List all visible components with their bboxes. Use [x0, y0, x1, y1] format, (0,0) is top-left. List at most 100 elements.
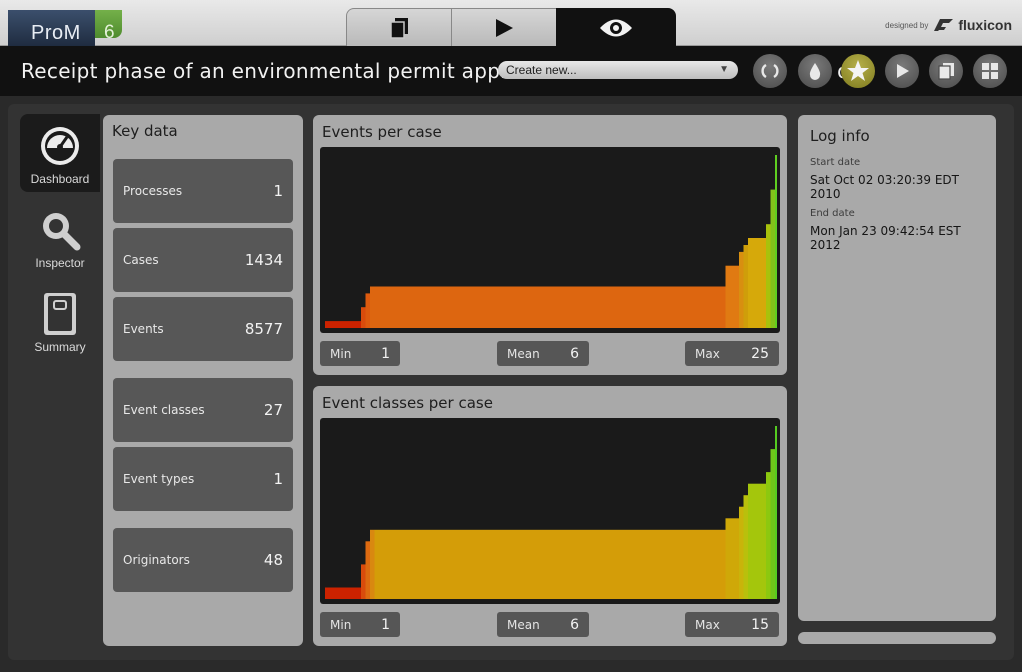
stat-value: 6: [570, 345, 579, 362]
designed-by-text: designed by: [885, 20, 929, 30]
classes-min-stat: Min 1: [320, 612, 400, 637]
logo-text: ProM: [31, 22, 81, 44]
chart-bar: [739, 506, 744, 599]
chart-bar: [766, 472, 771, 599]
chart-bar: [748, 238, 766, 328]
key-label: Cases: [123, 253, 159, 267]
chart-bar: [766, 224, 771, 328]
key-label: Event types: [123, 472, 195, 486]
star-icon: [847, 60, 869, 81]
chart-bar: [374, 286, 726, 328]
event-classes-per-case-panel: Event classes per case Min 1 Mean 6 Max …: [313, 386, 787, 646]
events-per-case-chart: [320, 147, 780, 333]
page-title-text: Receipt phase of an environmental permit…: [21, 59, 536, 83]
stat-value: 15: [751, 616, 769, 633]
key-label: Event classes: [123, 403, 205, 417]
key-data-title: Key data: [112, 122, 178, 140]
chart-bar: [361, 564, 366, 599]
drop-button[interactable]: [798, 54, 832, 88]
end-date-label: End date: [810, 208, 855, 219]
chart-bar: [775, 426, 777, 599]
refresh-button[interactable]: [753, 54, 787, 88]
tab-views[interactable]: [556, 8, 676, 46]
chart-bar: [725, 265, 739, 328]
nav-dashboard[interactable]: Dashboard: [20, 114, 100, 192]
tab-actions[interactable]: [451, 8, 557, 46]
chart-bar: [374, 529, 726, 599]
horizontal-scrollbar[interactable]: [798, 632, 996, 644]
chart-bar: [770, 449, 775, 599]
gauge-icon: [38, 124, 82, 168]
chart-bar: [370, 286, 375, 328]
key-events: Events 8577: [113, 297, 293, 361]
tab-workspace[interactable]: [346, 8, 452, 46]
stat-value: 1: [381, 345, 390, 362]
chart-bar: [365, 541, 370, 599]
events-min-stat: Min 1: [320, 341, 400, 366]
classes-max-stat: Max 15: [685, 612, 779, 637]
events-max-stat: Max 25: [685, 341, 779, 366]
chart-bar: [743, 245, 748, 328]
key-value: 1: [273, 182, 283, 200]
prom-logo: ProM 6: [8, 10, 122, 46]
play-icon: [496, 18, 513, 37]
top-bar: ProM 6 designed by fluxicon: [0, 0, 1022, 46]
stat-label: Max: [695, 617, 720, 632]
log-info-panel: Log info Start date Sat Oct 02 03:20:39 …: [798, 115, 996, 621]
key-value: 1434: [244, 251, 283, 269]
stat-label: Min: [330, 346, 352, 361]
log-info-title: Log info: [810, 127, 870, 145]
stat-value: 25: [751, 345, 769, 362]
event-classes-per-case-svg: [325, 426, 777, 599]
key-label: Events: [123, 322, 164, 336]
favorite-button[interactable]: [841, 54, 875, 88]
nav-dashboard-label: Dashboard: [30, 172, 90, 186]
key-value: 27: [263, 401, 283, 419]
chart-bar: [748, 483, 766, 599]
stat-value: 6: [570, 616, 579, 633]
chart-bar: [739, 251, 744, 328]
nav-summary[interactable]: Summary: [20, 282, 100, 360]
key-originators: Originators 48: [113, 528, 293, 592]
events-per-case-svg: [325, 155, 777, 328]
chart-bar: [325, 321, 361, 328]
main-frame: Dashboard Inspector Summary Key data Pro…: [8, 104, 1014, 660]
play-button[interactable]: [885, 54, 919, 88]
key-label: Processes: [123, 184, 183, 198]
key-event-classes: Event classes 27: [113, 378, 293, 442]
fluxicon-brand: designed by fluxicon: [885, 17, 1012, 33]
grid-button[interactable]: [973, 54, 1007, 88]
chevron-down-icon: ▼: [719, 64, 729, 75]
brand-name: fluxicon: [958, 17, 1012, 33]
stat-label: Min: [330, 617, 352, 632]
eye-icon: [600, 19, 632, 36]
nav-inspector[interactable]: Inspector: [20, 198, 100, 276]
events-per-case-title: Events per case: [322, 123, 442, 141]
create-new-select[interactable]: Create new... ▼: [498, 61, 738, 79]
drop-icon: [809, 63, 821, 80]
refresh-icon: [761, 63, 779, 79]
chart-bar: [770, 189, 775, 328]
key-data-panel: Key data Processes 1 Cases 1434 Events 8…: [103, 115, 303, 646]
key-value: 8577: [244, 320, 283, 338]
event-classes-per-case-title: Event classes per case: [322, 394, 493, 412]
nav-inspector-label: Inspector: [35, 256, 85, 270]
chart-bar: [775, 155, 777, 328]
key-value: 1: [273, 470, 283, 488]
chart-bar: [370, 529, 375, 599]
event-classes-per-case-chart: [320, 418, 780, 604]
key-processes: Processes 1: [113, 159, 293, 223]
classes-mean-stat: Mean 6: [497, 612, 589, 637]
chart-bar: [743, 495, 748, 599]
play-icon: [897, 64, 909, 78]
key-event-types: Event types 1: [113, 447, 293, 511]
stack-icon: [390, 17, 408, 39]
book-icon: [38, 292, 82, 336]
chart-bar: [725, 518, 739, 599]
nav-summary-label: Summary: [34, 340, 86, 354]
copy-button[interactable]: [929, 54, 963, 88]
events-mean-stat: Mean 6: [497, 341, 589, 366]
create-new-label: Create new...: [506, 63, 577, 77]
chart-bar: [325, 587, 361, 599]
logo-version: 6: [104, 22, 115, 43]
